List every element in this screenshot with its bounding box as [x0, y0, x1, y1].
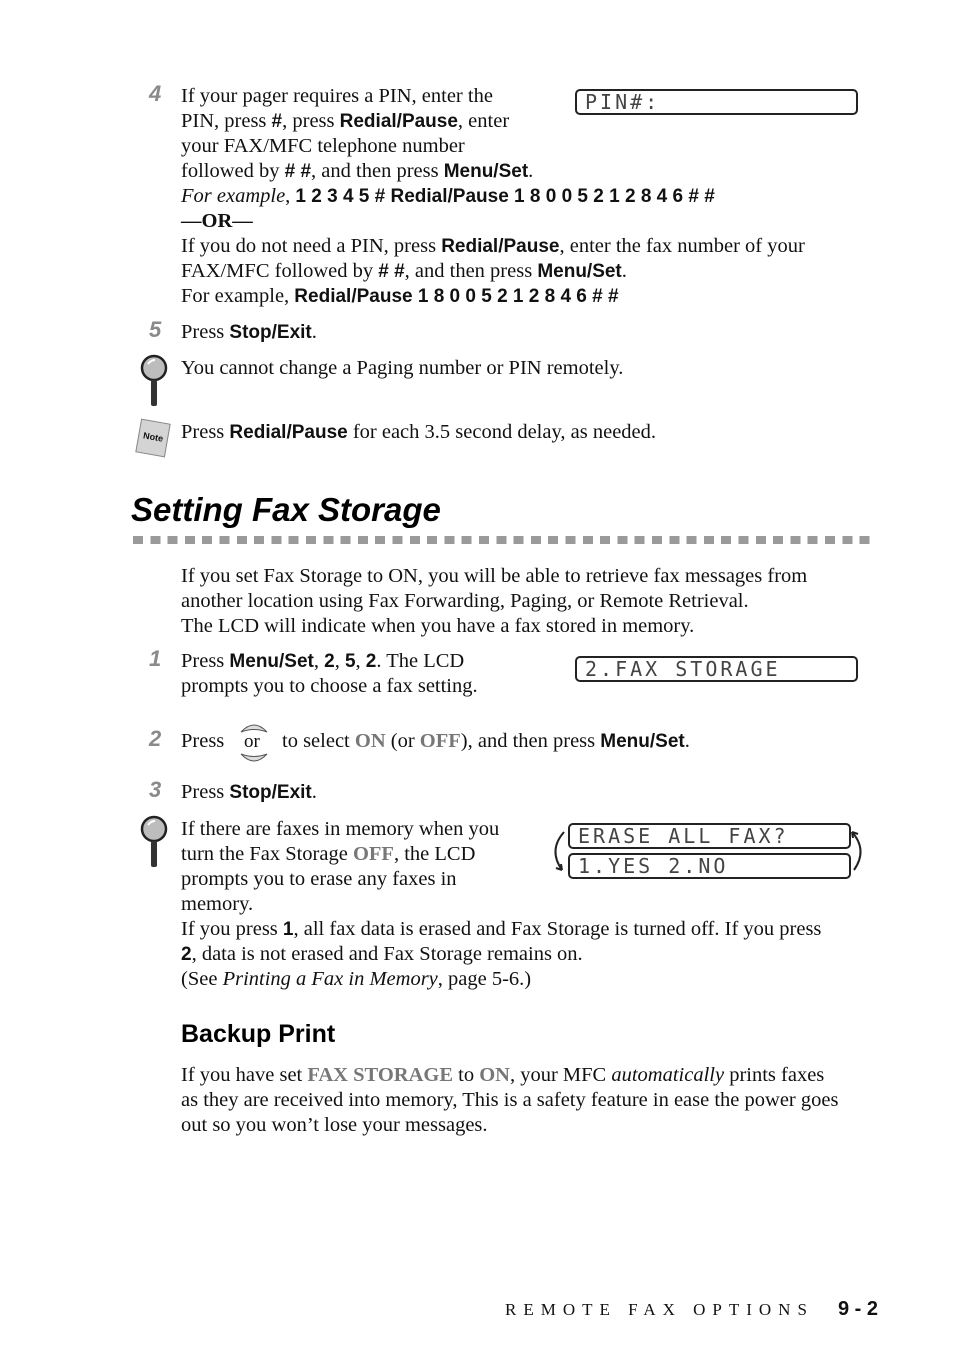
tip-paging-text: You cannot change a Paging number or PIN…	[181, 357, 624, 379]
step-number: 2	[149, 726, 162, 751]
lcd-display-pin: PIN#:	[575, 89, 858, 115]
section-intro: If you set Fax Storage to ON, you will b…	[181, 565, 808, 637]
step-4-line-4: followed by # #, and then press Menu/Set…	[181, 160, 534, 182]
fs-step-2-press: Press	[181, 730, 225, 752]
key-menu-set: Menu/Set	[443, 161, 529, 182]
note-redial-text: Press Redial/Pause for each 3.5 second d…	[181, 421, 657, 443]
backup-print-text: If you have set FAX STORAGE to ON, your …	[181, 1064, 839, 1136]
lcd-display-fax-storage: 2.FAX STORAGE	[575, 656, 858, 682]
fs-step-1-text: Press Menu/Set, 2, 5, 2. The LCD prompts…	[181, 650, 478, 697]
lcd-display-erase-line-1: ERASE ALL FAX?	[568, 823, 851, 849]
navigation-button: or	[237, 718, 271, 768]
section-divider	[133, 536, 873, 544]
step-number: 5	[149, 317, 162, 342]
or-separator: —OR—	[181, 210, 253, 232]
or-label: or	[244, 731, 260, 752]
footer-chapter: REMOTE FAX OPTIONS	[505, 1300, 814, 1319]
step-number: 4	[149, 81, 162, 106]
subsection-title: Backup Print	[181, 1020, 336, 1048]
step-5-text: Press Stop/Exit.	[181, 321, 317, 343]
fs-step-3-text: Press Stop/Exit.	[181, 781, 317, 803]
step-4-alt-line-3: For example, Redial/Pause 1 8 0 0 5 2 1 …	[181, 285, 619, 307]
step-4-example: For example, 1 2 3 4 5 # Redial/Pause 1 …	[181, 185, 715, 207]
key-redial-pause: Redial/Pause	[339, 111, 458, 132]
section-title: Setting Fax Storage	[131, 491, 441, 528]
note-icon: Note	[135, 418, 171, 458]
lcd-display-erase-line-2: 1.YES 2.NO	[568, 853, 851, 879]
magnifier-icon	[140, 815, 168, 867]
step-4-alt-line-2: FAX/MFC followed by # #, and then press …	[181, 260, 627, 282]
magnifier-icon	[140, 354, 168, 406]
page-number: 9 - 2	[838, 1298, 879, 1320]
cross-reference: Printing a Fax in Memory	[222, 968, 438, 990]
fs-step-2-text: to select ON (or OFF), and then press Me…	[282, 730, 690, 752]
step-4-line-3: your FAX/MFC telephone number	[181, 135, 465, 157]
step-number: 3	[149, 777, 162, 802]
step-number: 1	[149, 646, 162, 671]
step-4-text: If your pager requires a PIN, enter the …	[181, 84, 881, 309]
step-4-alt-line-1: If you do not need a PIN, press Redial/P…	[181, 235, 805, 257]
